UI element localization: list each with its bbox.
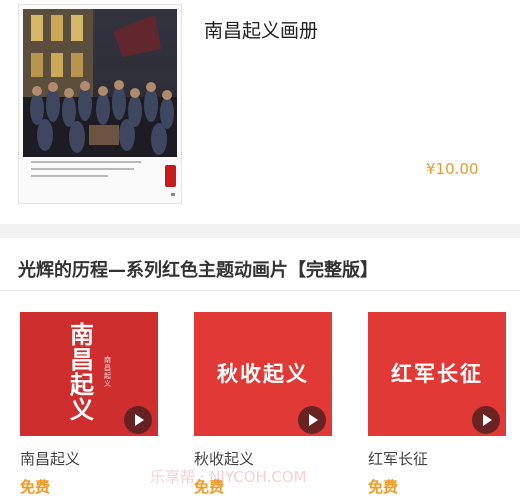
play-icon[interactable] [298, 406, 326, 434]
play-icon[interactable] [124, 406, 152, 434]
video-price: 免费 [20, 478, 51, 496]
video-price: 免费 [368, 478, 399, 496]
cover-caption [31, 161, 141, 182]
product-card[interactable]: 南昌起义画册 ¥10.00 [0, 0, 520, 222]
video-price: 免费 [194, 478, 225, 496]
product-title[interactable]: 南昌起义画册 [204, 16, 318, 43]
section-divider [0, 224, 520, 238]
seal-stamp [165, 165, 176, 187]
video-card-changzheng[interactable]: 红军长征 红军长征 免费 [368, 312, 506, 502]
product-cover-image[interactable] [18, 4, 182, 204]
video-card-qiushou[interactable]: 秋收起义 秋收起义 免费 [194, 312, 332, 502]
painting-image [23, 9, 177, 157]
video-thumbnail[interactable]: 秋收起义 [194, 312, 332, 436]
video-thumbnail[interactable]: 南 昌 起 义 南昌起义 [20, 312, 158, 436]
calligraphy-title: 南 昌 起 义 [70, 320, 94, 424]
video-title[interactable]: 南昌起义 [20, 448, 80, 469]
product-price: ¥10.00 [426, 160, 479, 178]
play-icon[interactable] [472, 406, 500, 434]
section-title: 光辉的历程—系列红色主题动画片【完整版】 [18, 260, 378, 281]
calligraphy-subtitle: 南昌起义 [104, 356, 111, 388]
thumbnail-text: 红军长征 [391, 362, 483, 386]
section-rule [0, 290, 520, 291]
video-card-nanchang[interactable]: 南 昌 起 义 南昌起义 南昌起义 免费 [20, 312, 158, 502]
video-thumbnail[interactable]: 红军长征 [368, 312, 506, 436]
video-title[interactable]: 秋收起义 [194, 448, 254, 469]
video-title[interactable]: 红军长征 [368, 448, 428, 469]
thumbnail-text: 秋收起义 [217, 362, 309, 386]
page-number [171, 193, 175, 196]
